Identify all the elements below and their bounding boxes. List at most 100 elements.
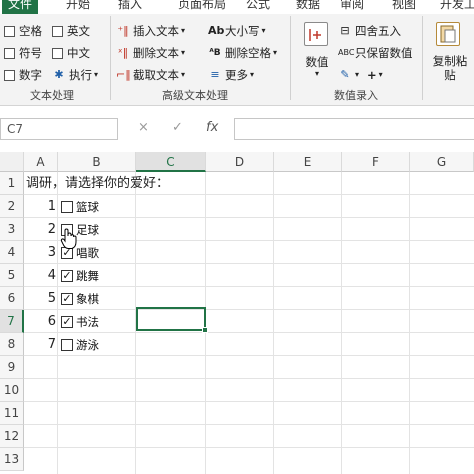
name-box[interactable]: C7 — [0, 118, 118, 140]
column-header-g[interactable]: G — [410, 152, 474, 172]
column-header-e[interactable]: E — [274, 152, 342, 172]
more-icon: ≡ — [210, 68, 220, 81]
hobby-label: 篮球 — [76, 200, 99, 214]
row-header-11[interactable]: 11 — [0, 402, 24, 425]
insert-text-icon: ⁺‖ — [117, 24, 129, 37]
dropdown-arrow-icon: ▾ — [273, 48, 278, 57]
select-all-corner[interactable] — [0, 152, 24, 172]
row-header-4[interactable]: 4 — [0, 241, 24, 264]
row-header-2[interactable]: 2 — [0, 195, 24, 218]
checkbox-icon — [4, 47, 15, 59]
more-button[interactable]: ≡ 更多 ▾ — [208, 66, 254, 84]
number-tools-button[interactable]: ✎ ▾ + ▾ — [338, 66, 383, 84]
tab-file[interactable]: 文件 — [2, 0, 39, 14]
hand-cursor-icon — [60, 228, 78, 250]
active-cell-c7[interactable] — [136, 307, 206, 331]
column-header-c[interactable]: C — [136, 152, 206, 172]
checkbox-icon — [52, 25, 63, 37]
item-number: 7 — [47, 337, 56, 352]
round-label: 四舍五入 — [355, 24, 401, 38]
tab-home[interactable]: 开始 — [66, 0, 90, 14]
hobby-checkbox-7[interactable] — [61, 339, 73, 351]
column-header-d[interactable]: D — [206, 152, 274, 172]
keep-values-button[interactable]: ABC 只保留数值 — [338, 44, 413, 62]
english-label: 英文 — [67, 24, 90, 38]
column-header-b[interactable]: B — [58, 152, 136, 172]
ribbon-tab-bar: 文件 开始 插入 页面布局 公式 数据 审阅 视图 开发工 — [0, 0, 474, 14]
gridline — [24, 378, 474, 379]
formula-input[interactable] — [234, 118, 474, 140]
row-header-9[interactable]: 9 — [0, 356, 24, 379]
value-button[interactable]: 数值 ▾ — [300, 54, 334, 78]
extract-text-button[interactable]: ⌐‖ 截取文本 ▾ — [116, 66, 185, 84]
insert-text-label: 插入文本 — [133, 24, 179, 38]
case-button[interactable]: Ab 大小写 ▾ — [208, 22, 266, 40]
row-header-8[interactable]: 8 — [0, 333, 24, 356]
copy-paste-button[interactable]: 复制粘贴 — [428, 54, 472, 82]
gridline — [24, 447, 474, 448]
row-header-6[interactable]: 6 — [0, 287, 24, 310]
fill-handle[interactable] — [202, 327, 208, 333]
row-header-12[interactable]: 12 — [0, 425, 24, 448]
dropdown-arrow-icon: ▾ — [378, 70, 383, 79]
symbol-checkbox[interactable]: 符号 — [4, 44, 42, 62]
row-header-13[interactable]: 13 — [0, 448, 24, 471]
hobby-label: 游泳 — [76, 338, 99, 352]
row-header-1[interactable]: 1 — [0, 172, 24, 195]
round-icon: ⊟ — [340, 24, 350, 37]
number-group-label: 数值录入 — [334, 89, 378, 102]
gridline — [24, 401, 474, 402]
dropdown-arrow-icon: ▾ — [181, 26, 186, 35]
chinese-checkbox[interactable]: 中文 — [52, 44, 90, 62]
hobby-checkbox-4[interactable]: ✓ — [61, 270, 73, 282]
checkbox-icon — [4, 25, 15, 37]
round-button[interactable]: ⊟ 四舍五入 — [338, 22, 401, 40]
delete-text-button[interactable]: ˣ‖ 删除文本 ▾ — [116, 44, 185, 62]
hobby-label: 足球 — [76, 223, 99, 237]
delete-space-button[interactable]: ᴬB 删除空格 ▾ — [208, 44, 277, 62]
hobby-checkbox-5[interactable]: ✓ — [61, 293, 73, 305]
hobby-checkbox-6[interactable]: ✓ — [61, 316, 73, 328]
value-label: 数值 — [305, 55, 329, 69]
item-number: 5 — [47, 291, 56, 306]
cancel-icon[interactable]: × — [138, 120, 149, 135]
group-separator — [110, 16, 111, 100]
row-header-10[interactable]: 10 — [0, 379, 24, 402]
tab-review[interactable]: 审阅 — [340, 0, 364, 14]
insert-text-button[interactable]: ⁺‖ 插入文本 ▾ — [116, 22, 185, 40]
advanced-group-label: 高级文本处理 — [162, 89, 228, 102]
english-checkbox[interactable]: 英文 — [52, 22, 90, 40]
case-label: 大小写 — [225, 24, 260, 38]
column-header-f[interactable]: F — [342, 152, 410, 172]
tab-data[interactable]: 数据 — [296, 0, 320, 14]
number-checkbox[interactable]: 数字 — [4, 66, 42, 84]
gridline — [24, 424, 474, 425]
tab-insert[interactable]: 插入 — [118, 0, 142, 14]
tab-view[interactable]: 视图 — [392, 0, 416, 14]
case-icon: Ab — [208, 24, 225, 37]
fx-icon[interactable]: fx — [206, 120, 218, 135]
checkbox-icon — [4, 69, 15, 81]
dropdown-arrow-icon: ▾ — [261, 26, 266, 35]
execute-label: 执行 — [69, 68, 92, 82]
execute-button[interactable]: ✱ 执行 ▾ — [52, 66, 98, 84]
column-header-a[interactable]: A — [24, 152, 58, 172]
dropdown-arrow-icon: ▾ — [314, 69, 319, 78]
checkbox-icon — [52, 47, 63, 59]
paste-icon — [436, 22, 460, 46]
row-header-5[interactable]: 5 — [0, 264, 24, 287]
hobby-checkbox-1[interactable] — [61, 201, 73, 213]
item-number: 2 — [47, 222, 56, 237]
row-header-3[interactable]: 3 — [0, 218, 24, 241]
confirm-icon[interactable]: ✓ — [172, 120, 183, 135]
keep-values-icon: ABC — [338, 48, 355, 57]
symbol-label: 符号 — [19, 46, 42, 60]
delete-space-label: 删除空格 — [225, 46, 271, 60]
ribbon: 空格 英文 符号 中文 数字 ✱ 执行 ▾ 文本处理 ⁺‖ 插入文本 ▾ Ab 大小写 ▾ … — [0, 14, 474, 106]
tab-developer[interactable]: 开发工 — [440, 0, 474, 14]
dropdown-arrow-icon: ▾ — [94, 70, 99, 79]
tab-page-layout[interactable]: 页面布局 — [178, 0, 226, 14]
tab-formulas[interactable]: 公式 — [246, 0, 270, 14]
space-checkbox[interactable]: 空格 — [4, 22, 42, 40]
row-header-7[interactable]: 7 — [0, 310, 24, 333]
